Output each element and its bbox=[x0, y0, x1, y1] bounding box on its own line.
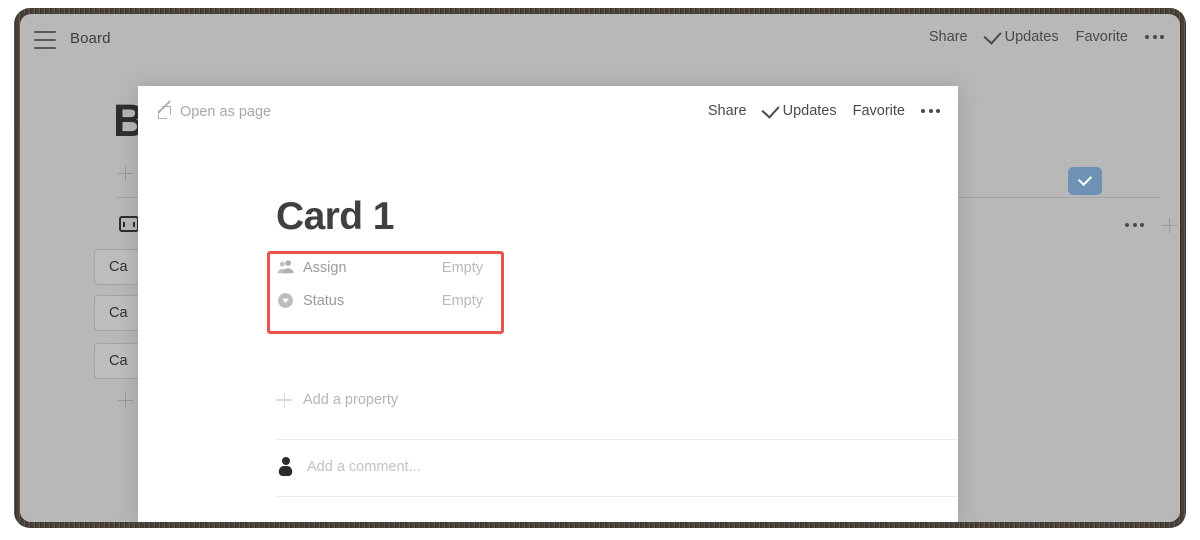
hamburger-menu-icon[interactable] bbox=[34, 31, 56, 49]
app-more-options-icon[interactable] bbox=[1145, 33, 1164, 41]
modal-topbar: Open as page Share Updates Favorite bbox=[138, 86, 958, 142]
people-icon bbox=[277, 259, 294, 276]
open-as-page-label: Open as page bbox=[180, 104, 272, 120]
modal-share-button[interactable]: Share bbox=[708, 103, 747, 119]
board-column-more-icon[interactable] bbox=[1125, 221, 1144, 229]
app-favorite-button[interactable]: Favorite bbox=[1076, 29, 1128, 45]
plus-icon bbox=[1162, 218, 1177, 233]
modal-actions: Share Updates Favorite bbox=[708, 99, 940, 119]
dot bbox=[936, 109, 940, 113]
board-add-card-button[interactable] bbox=[118, 393, 133, 413]
board-column-add-button[interactable] bbox=[1162, 218, 1177, 238]
add-comment-field[interactable]: Add a comment... bbox=[276, 457, 421, 476]
divider bbox=[275, 439, 958, 440]
modal-favorite-button[interactable]: Favorite bbox=[853, 103, 905, 119]
modal-updates-button[interactable]: Updates bbox=[760, 99, 837, 119]
hamburger-line bbox=[34, 47, 56, 49]
app-updates-button[interactable]: Updates bbox=[982, 25, 1059, 45]
check-icon bbox=[982, 25, 1002, 45]
board-filter-dropdown-button[interactable] bbox=[1068, 167, 1102, 195]
add-comment-placeholder: Add a comment... bbox=[307, 458, 421, 475]
property-label: Assign bbox=[303, 259, 347, 276]
app-topbar-actions: Share Updates Favorite bbox=[929, 25, 1164, 45]
inbox-tray-icon bbox=[119, 216, 139, 233]
divider bbox=[275, 496, 958, 497]
window-content: Board Share Updates Favorite B Ca Ca Ca … bbox=[20, 14, 1180, 522]
hamburger-line bbox=[34, 39, 56, 41]
app-share-button[interactable]: Share bbox=[929, 29, 968, 45]
modal-updates-label: Updates bbox=[782, 103, 837, 119]
select-circle-icon bbox=[277, 292, 294, 309]
check-icon bbox=[760, 99, 780, 119]
dot bbox=[1145, 35, 1149, 39]
plus-icon bbox=[277, 392, 292, 408]
screen-root: Board Share Updates Favorite B Ca Ca Ca … bbox=[0, 0, 1200, 540]
property-value[interactable]: Empty bbox=[442, 260, 505, 276]
card-title: Card 1 bbox=[276, 195, 394, 238]
add-property-button[interactable]: Add a property bbox=[277, 392, 398, 408]
property-row-assign[interactable]: Assign Empty bbox=[267, 251, 505, 284]
card-properties-list: Assign Empty Status Empty bbox=[267, 251, 505, 317]
app-title: Board bbox=[70, 30, 111, 47]
avatar-body bbox=[278, 465, 292, 476]
dot bbox=[928, 109, 933, 113]
expand-arrows-icon bbox=[157, 100, 171, 119]
browser-window-frame: Board Share Updates Favorite B Ca Ca Ca … bbox=[14, 8, 1186, 528]
avatar-head bbox=[282, 457, 290, 465]
property-value[interactable]: Empty bbox=[442, 293, 505, 309]
app-topbar: Board Share Updates Favorite bbox=[20, 14, 1180, 66]
user-avatar bbox=[276, 457, 295, 476]
dot bbox=[1132, 223, 1137, 227]
tray-slot bbox=[123, 221, 135, 227]
app-updates-label: Updates bbox=[1004, 29, 1059, 45]
modal-more-options-icon[interactable] bbox=[921, 107, 940, 115]
chevron-down-icon bbox=[1077, 171, 1093, 187]
dot bbox=[1125, 223, 1129, 227]
property-row-status[interactable]: Status Empty bbox=[267, 284, 505, 317]
hamburger-line bbox=[34, 31, 56, 33]
open-as-page-button[interactable]: Open as page bbox=[157, 100, 272, 120]
plus-icon bbox=[118, 166, 133, 181]
card-detail-modal: Open as page Share Updates Favorite Card… bbox=[138, 86, 958, 522]
plus-icon bbox=[118, 393, 133, 408]
dot bbox=[1152, 35, 1157, 39]
dot bbox=[1140, 223, 1144, 227]
property-label: Status bbox=[303, 292, 345, 309]
add-property-label: Add a property bbox=[303, 392, 399, 408]
dot bbox=[921, 109, 925, 113]
dot bbox=[1160, 35, 1164, 39]
